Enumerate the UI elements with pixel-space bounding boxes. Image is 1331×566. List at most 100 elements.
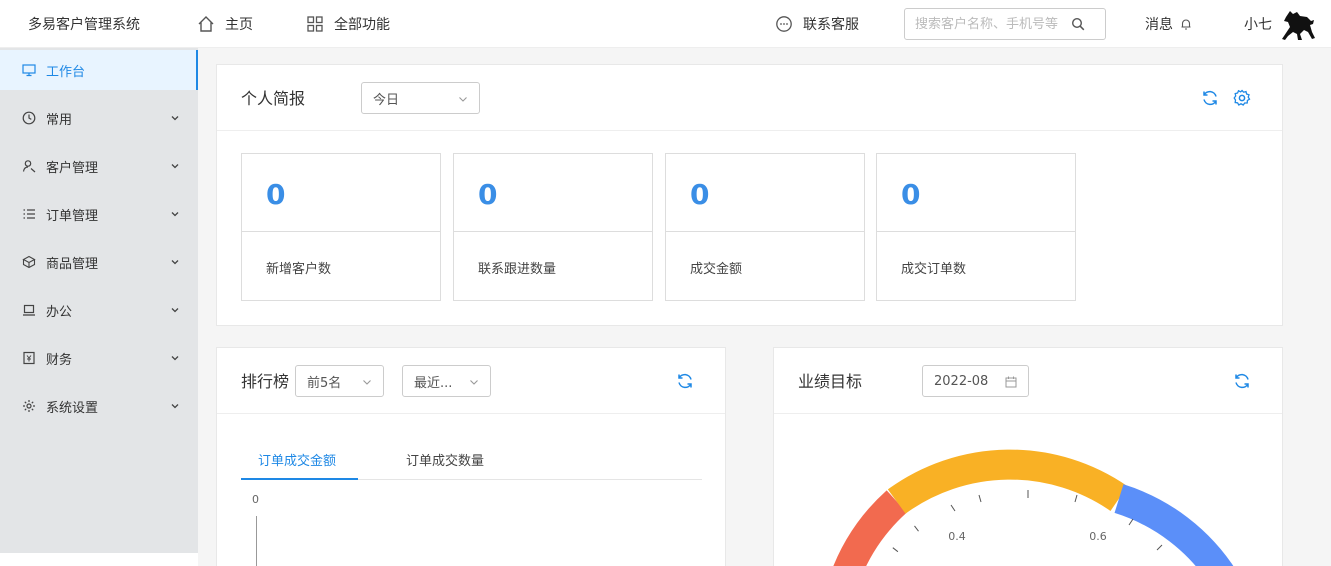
- personal-report-panel: 个人简报 今日 0 新增客户数 0 联系跟进数量 0 成交金额 0 成交订单数: [216, 64, 1283, 326]
- refresh-icon[interactable]: [676, 372, 694, 390]
- customer-icon: [22, 160, 36, 173]
- panel-title: 个人简报: [241, 89, 306, 108]
- monitor-icon: [22, 64, 36, 77]
- app-title: 多易客户管理系统: [28, 17, 140, 33]
- sidebar-item-label: 订单管理: [46, 208, 99, 224]
- search-box: [904, 8, 1106, 40]
- sidebar-item-label: 工作台: [46, 64, 86, 80]
- calendar-icon: [1005, 376, 1017, 388]
- messages-label: 消息: [1145, 17, 1173, 33]
- refresh-icon[interactable]: [1201, 89, 1219, 107]
- chevron-down-icon: [171, 164, 179, 169]
- chevron-down-icon: [459, 97, 467, 102]
- nav-all-label: 全部功能: [334, 17, 390, 33]
- nav-all-functions[interactable]: 全部功能: [306, 12, 390, 36]
- y-axis-label: 0: [252, 493, 259, 506]
- panel-header: 业绩目标 2022-08: [774, 348, 1282, 414]
- home-icon: [198, 16, 214, 32]
- sidebar-item-common[interactable]: 常用: [0, 98, 198, 138]
- panel-header: 个人简报 今日: [217, 65, 1282, 131]
- laptop-icon: [23, 304, 35, 316]
- gauge-segment-low: [833, 490, 907, 566]
- settings-icon[interactable]: [1233, 89, 1251, 107]
- ranking-panel: 排行榜 前5名 最近... 订单成交金额 订单成交数量 0: [216, 347, 726, 566]
- top-bar: 多易客户管理系统 主页 全部功能 联系客服 消息 小七: [0, 0, 1331, 48]
- search-icon[interactable]: [1071, 17, 1085, 31]
- chevron-down-icon: [171, 356, 179, 361]
- stat-value: 0: [901, 178, 921, 211]
- search-input[interactable]: [915, 15, 1075, 33]
- sidebar-item-label: 常用: [46, 112, 73, 128]
- stat-value: 0: [690, 178, 710, 211]
- gauge-label-high: 0.6: [1089, 530, 1107, 543]
- target-gauge: 0.4 0.6: [833, 449, 1234, 566]
- sidebar-item-label: 系统设置: [46, 400, 99, 416]
- list-icon: [23, 209, 35, 219]
- divider: [242, 231, 440, 232]
- avatar[interactable]: [1280, 8, 1316, 42]
- period-select[interactable]: 今日: [361, 82, 480, 114]
- sidebar-item-finance[interactable]: 财务: [0, 338, 198, 378]
- chevron-down-icon: [171, 308, 179, 313]
- user-name[interactable]: 小七: [1244, 14, 1272, 34]
- panel-title: 排行榜: [241, 372, 290, 391]
- nav-home[interactable]: 主页: [197, 12, 253, 36]
- stat-label: 成交订单数: [901, 262, 967, 277]
- sidebar-item-office[interactable]: 办公: [0, 290, 198, 330]
- clock-icon: [22, 111, 36, 125]
- chevron-down-icon: [363, 380, 371, 385]
- stat-label: 联系跟进数量: [478, 262, 557, 277]
- cube-icon: [22, 255, 36, 269]
- sidebar-item-label: 客户管理: [46, 160, 99, 176]
- sidebar-item-label: 财务: [46, 352, 73, 368]
- time-range-select[interactable]: 最近...: [402, 365, 491, 397]
- tab-order-amount[interactable]: 订单成交金额: [258, 450, 336, 469]
- sidebar: 工作台 常用 客户管理 订单管理 商品管理 办公 财务 系统设置: [0, 48, 198, 553]
- chevron-down-icon: [171, 260, 179, 265]
- messages-button[interactable]: 消息: [1145, 14, 1193, 34]
- month-picker[interactable]: 2022-08: [922, 365, 1029, 397]
- sidebar-item-settings[interactable]: 系统设置: [0, 386, 198, 426]
- sidebar-footer: [0, 553, 198, 566]
- gear-icon: [23, 400, 35, 412]
- sidebar-item-customers[interactable]: 客户管理: [0, 146, 198, 186]
- top-n-select[interactable]: 前5名: [295, 365, 384, 397]
- contact-service-label: 联系客服: [803, 17, 859, 33]
- period-select-value: 今日: [373, 92, 400, 108]
- refresh-icon[interactable]: [1233, 372, 1251, 390]
- stat-value: 0: [266, 178, 286, 211]
- chevron-down-icon: [470, 380, 478, 385]
- gauge-label-low: 0.4: [948, 530, 966, 543]
- stat-label: 成交金额: [690, 262, 743, 277]
- divider: [666, 231, 864, 232]
- gauge-segment-high: [1114, 484, 1234, 566]
- finance-icon: [23, 351, 35, 365]
- chevron-down-icon: [171, 116, 179, 121]
- target-panel: 业绩目标 2022-08 0.4 0.6: [773, 347, 1283, 566]
- sidebar-item-products[interactable]: 商品管理: [0, 242, 198, 282]
- panel-header: 排行榜 前5名 最近...: [217, 348, 725, 414]
- stat-card-deal-orders: 0 成交订单数: [876, 153, 1076, 301]
- chevron-down-icon: [171, 212, 179, 217]
- time-range-select-value: 最近...: [414, 375, 453, 391]
- sidebar-item-orders[interactable]: 订单管理: [0, 194, 198, 234]
- active-tab-indicator: [241, 478, 358, 480]
- top-n-select-value: 前5名: [307, 375, 342, 391]
- bell-icon: [1181, 19, 1191, 30]
- sidebar-item-workbench[interactable]: 工作台: [0, 50, 198, 90]
- stat-card-deal-amount: 0 成交金额: [665, 153, 865, 301]
- month-picker-value: 2022-08: [934, 373, 989, 389]
- stat-label: 新增客户数: [266, 262, 332, 277]
- chevron-down-icon: [171, 404, 179, 409]
- nav-home-label: 主页: [225, 17, 253, 33]
- chat-icon: [776, 16, 792, 32]
- gauge-segment-mid: [887, 449, 1128, 514]
- tab-order-count[interactable]: 订单成交数量: [406, 450, 484, 469]
- divider: [454, 231, 652, 232]
- contact-service-button[interactable]: 联系客服: [775, 12, 859, 36]
- stat-card-new-customers: 0 新增客户数: [241, 153, 441, 301]
- stat-value: 0: [478, 178, 498, 211]
- panel-title: 业绩目标: [798, 372, 863, 391]
- sidebar-item-label: 办公: [46, 304, 73, 320]
- stat-card-followups: 0 联系跟进数量: [453, 153, 653, 301]
